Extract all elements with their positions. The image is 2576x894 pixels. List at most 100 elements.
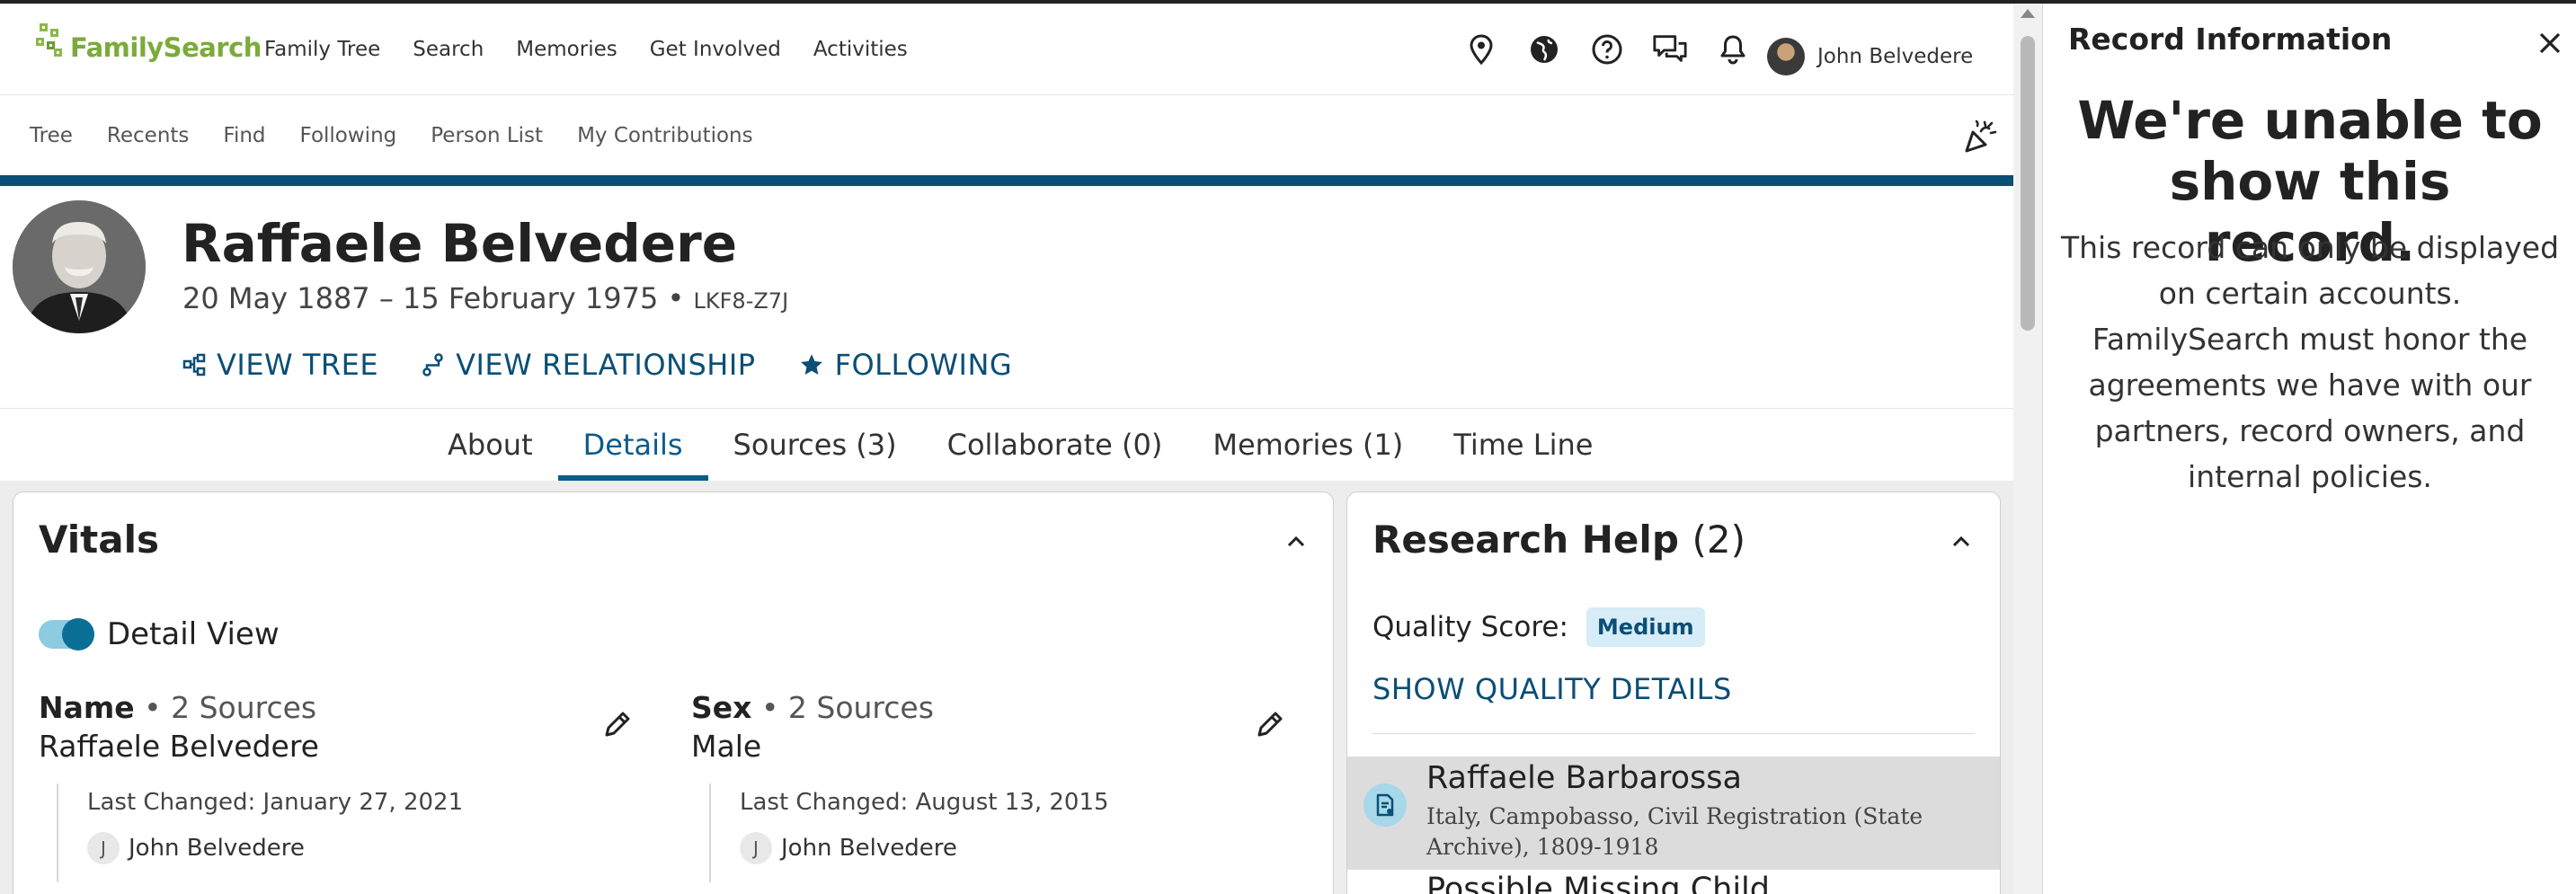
location-pin-icon[interactable]: [1463, 31, 1499, 67]
contributor-initial: J: [740, 832, 772, 864]
scroll-up-arrow-icon[interactable]: [2021, 9, 2035, 18]
nav-get-involved[interactable]: Get Involved: [650, 38, 781, 61]
tree-logo-icon: [34, 22, 67, 65]
relationship-icon: [422, 353, 443, 376]
sex-change-info: Last Changed: August 13, 2015 J John Bel…: [709, 783, 1109, 882]
record-information-panel: Record Information We're unable to show …: [2042, 4, 2576, 894]
name-sources[interactable]: • 2 Sources: [144, 690, 316, 725]
vital-sex: Sex • 2 Sources Male Last Changed: Augus…: [691, 690, 1284, 882]
star-icon: [800, 354, 822, 375]
nav-search[interactable]: Search: [413, 38, 484, 61]
edit-sex-pencil-icon[interactable]: [1252, 706, 1288, 742]
scroll-thumb[interactable]: [2021, 36, 2035, 331]
view-relationship-label: VIEW RELATIONSHIP: [456, 348, 756, 382]
detail-view-toggle[interactable]: Detail View: [39, 616, 280, 652]
tab-details[interactable]: Details: [557, 409, 708, 481]
header-icons: [1463, 4, 1751, 95]
person-dates-line: 20 May 1887 – 15 February 1975 • LKF8-Z7…: [182, 281, 788, 315]
chat-icon[interactable]: [1652, 31, 1688, 67]
research-help-title: Research Help (2): [1372, 518, 1745, 562]
research-suggestion-record[interactable]: Raffaele Barbarossa Italy, Campobasso, C…: [1347, 757, 2000, 870]
nav-family-tree[interactable]: Family Tree: [264, 38, 380, 61]
name-change-info: Last Changed: January 27, 2021 J John Be…: [57, 783, 463, 882]
person-portrait[interactable]: [13, 200, 146, 333]
edit-name-pencil-icon[interactable]: [600, 706, 635, 742]
panel-body-text: This record can only be displayed on cer…: [2060, 230, 2560, 494]
person-header: Raffaele Belvedere 20 May 1887 – 15 Febr…: [0, 186, 2013, 409]
familysearch-logo[interactable]: FamilySearch: [34, 22, 262, 65]
subnav-my-contributions[interactable]: My Contributions: [577, 124, 753, 147]
contributor-name: John Belvedere: [129, 835, 305, 862]
main-nav: Family Tree Search Memories Get Involved…: [264, 4, 908, 95]
following-button[interactable]: FOLLOWING: [799, 348, 1013, 382]
contributor-initial: J: [87, 832, 120, 864]
tab-about[interactable]: About: [422, 409, 558, 481]
detail-view-label: Detail View: [107, 616, 280, 652]
divider: [1372, 733, 1975, 734]
name-contributor[interactable]: J John Belvedere: [87, 832, 463, 864]
suggestion-description: Italy, Campobasso, Civil Registration (S…: [1426, 803, 1923, 860]
tree-subnav: Tree Recents Find Following Person List …: [0, 95, 2013, 176]
tab-memories[interactable]: Memories (1): [1187, 409, 1428, 481]
research-suggestion-missing-child[interactable]: Possible Missing Child: [1426, 872, 1770, 894]
collapse-research-chevron-up-icon[interactable]: [1946, 527, 1976, 557]
tab-sources[interactable]: Sources (3): [708, 409, 922, 481]
sex-contributor[interactable]: J John Belvedere: [740, 832, 1109, 864]
sex-label-line: Sex • 2 Sources: [691, 690, 1284, 725]
globe-icon[interactable]: [1526, 31, 1562, 67]
view-relationship-button[interactable]: VIEW RELATIONSHIP: [422, 348, 756, 382]
vitals-card: Vitals Detail View Name • 2 Sources Raff…: [13, 491, 1334, 894]
name-last-changed: Last Changed: January 27, 2021: [87, 789, 464, 816]
subnav-person-list[interactable]: Person List: [431, 124, 543, 147]
sex-sources[interactable]: • 2 Sources: [761, 690, 934, 725]
global-header: FamilySearch Family Tree Search Memories…: [0, 4, 2013, 95]
quality-score-badge: Medium: [1586, 607, 1705, 647]
person-id[interactable]: LKF8-Z7J: [694, 288, 789, 314]
nav-memories[interactable]: Memories: [516, 38, 617, 61]
party-popper-icon[interactable]: [1961, 119, 1997, 158]
sex-label: Sex: [691, 690, 752, 725]
research-help-card: Research Help (2) Quality Score: Medium …: [1346, 491, 2001, 894]
subnav-tree[interactable]: Tree: [30, 124, 73, 147]
user-name: John Belvedere: [1817, 45, 1974, 68]
collapse-vitals-chevron-up-icon[interactable]: [1281, 527, 1311, 557]
person-bar-accent: [0, 175, 2013, 186]
view-tree-label: VIEW TREE: [217, 348, 379, 382]
tab-time-line[interactable]: Time Line: [1428, 409, 1618, 481]
vital-name: Name • 2 Sources Raffaele Belvedere Last…: [39, 690, 635, 882]
user-avatar: [1767, 38, 1805, 75]
sex-value: Male: [691, 729, 762, 764]
research-help-label: Research Help: [1372, 518, 1679, 562]
view-tree-button[interactable]: VIEW TREE: [182, 348, 378, 382]
person-name: Raffaele Belvedere: [182, 213, 738, 274]
main-scrollbar[interactable]: [2013, 4, 2042, 894]
contributor-name: John Belvedere: [781, 835, 957, 862]
user-menu[interactable]: John Belvedere: [1767, 38, 1973, 75]
name-value: Raffaele Belvedere: [39, 729, 319, 764]
subnav-find[interactable]: Find: [223, 124, 265, 147]
suggestion-name: Raffaele Barbarossa: [1426, 760, 1742, 796]
show-quality-details-link[interactable]: SHOW QUALITY DETAILS: [1372, 672, 1732, 706]
subnav-recents[interactable]: Recents: [107, 124, 189, 147]
name-label-line: Name • 2 Sources: [39, 690, 632, 725]
nav-activities[interactable]: Activities: [813, 38, 908, 61]
main-app: FamilySearch Family Tree Search Memories…: [0, 4, 2013, 894]
close-icon[interactable]: [2534, 27, 2566, 59]
subnav-following[interactable]: Following: [300, 124, 397, 147]
separator-dot: •: [658, 281, 694, 315]
name-label: Name: [39, 690, 135, 725]
tab-collaborate[interactable]: Collaborate (0): [922, 409, 1188, 481]
person-tabs: About Details Sources (3) Collaborate (0…: [0, 409, 2013, 481]
tree-view-icon: [182, 353, 206, 376]
research-help-count: (2): [1692, 518, 1746, 562]
record-hint-icon: [1364, 783, 1407, 827]
vitals-title: Vitals: [39, 518, 159, 562]
panel-title: Record Information: [2068, 22, 2393, 57]
bell-icon[interactable]: [1715, 31, 1751, 67]
toggle-switch[interactable]: [39, 618, 94, 651]
logo-text: FamilySearch: [70, 32, 262, 63]
person-actions: VIEW TREE VIEW RELATIONSHIP FOLLOWING: [182, 348, 1012, 382]
person-lifespan: 20 May 1887 – 15 February 1975: [182, 281, 659, 315]
sex-last-changed: Last Changed: August 13, 2015: [740, 789, 1109, 816]
help-icon[interactable]: [1589, 31, 1625, 67]
